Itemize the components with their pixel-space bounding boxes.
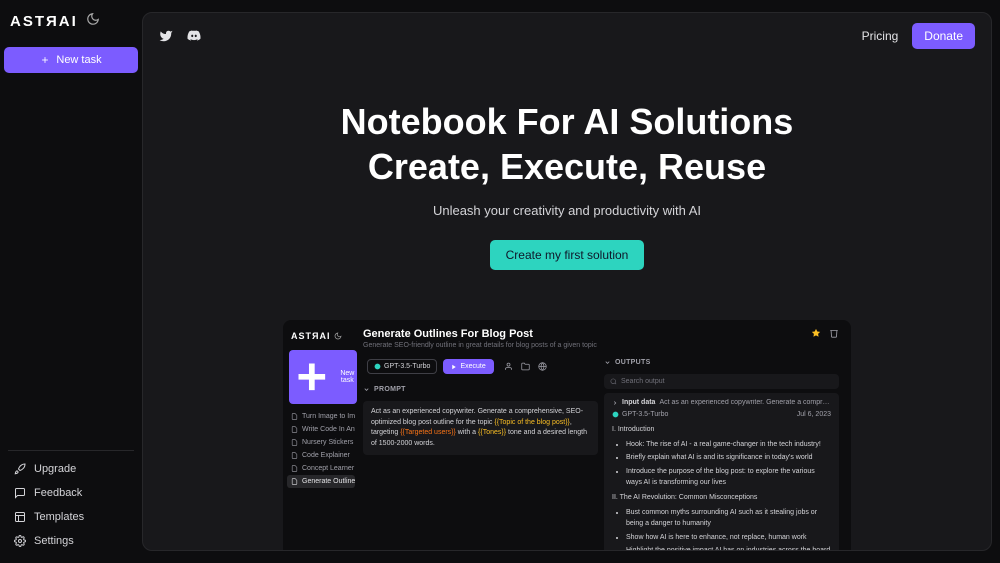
- sidebar-item-feedback[interactable]: Feedback: [0, 481, 142, 505]
- create-solution-button[interactable]: Create my first solution: [490, 240, 645, 270]
- preview-brand-logo: ASTЯAI: [291, 331, 330, 341]
- chevron-down-icon: [363, 386, 370, 393]
- prompt-content[interactable]: Act as an experienced copywriter. Genera…: [363, 401, 598, 455]
- brand-logo: ASTЯAI: [10, 13, 78, 30]
- gear-icon: [14, 535, 26, 547]
- preview-nav-item[interactable]: Code Explainer: [287, 449, 355, 462]
- preview-nav-item[interactable]: Nursery Stickers D...: [287, 436, 355, 449]
- search-icon: [610, 378, 617, 385]
- new-task-label: New task: [56, 54, 101, 66]
- model-icon: [374, 363, 381, 370]
- sidebar-item-label: Feedback: [34, 487, 82, 499]
- template-icon: [14, 511, 26, 523]
- plus-icon: [40, 55, 50, 65]
- sidebar-item-label: Settings: [34, 535, 74, 547]
- theme-toggle-icon[interactable]: [86, 12, 100, 31]
- output-model: GPT-3.5-Turbo: [612, 411, 668, 418]
- preview-title: Generate Outlines For Blog Post: [363, 328, 811, 340]
- play-icon: [451, 364, 457, 370]
- doc-icon: [291, 465, 298, 472]
- twitter-icon[interactable]: [159, 29, 173, 43]
- doc-icon: [291, 426, 298, 433]
- plus-icon: [289, 354, 335, 400]
- star-icon[interactable]: [811, 328, 821, 338]
- new-task-button[interactable]: New task: [4, 47, 138, 73]
- pricing-link[interactable]: Pricing: [862, 29, 899, 43]
- chat-icon: [14, 487, 26, 499]
- sidebar-item-label: Upgrade: [34, 463, 76, 475]
- folder-icon[interactable]: [521, 362, 530, 371]
- divider: [8, 450, 134, 451]
- output-input-text: Act as an experienced copywriter. Genera…: [659, 399, 831, 406]
- model-selector[interactable]: GPT-3.5-Turbo: [367, 359, 437, 374]
- output-input-label: Input data: [622, 399, 655, 406]
- output-body: I. Introduction Hook: The rise of AI - a…: [612, 424, 831, 550]
- sidebar-item-settings[interactable]: Settings: [0, 529, 142, 553]
- globe-icon[interactable]: [538, 362, 547, 371]
- discord-icon[interactable]: [187, 29, 201, 43]
- output-search-input[interactable]: Search output: [604, 374, 839, 389]
- hero-subtitle: Unleash your creativity and productivity…: [163, 203, 971, 218]
- preview-nav-item[interactable]: Turn Image to Ima...: [287, 410, 355, 423]
- execute-button[interactable]: Execute: [443, 359, 493, 374]
- preview-nav-item[interactable]: Generate Outlines...: [287, 475, 355, 488]
- model-icon: [612, 411, 619, 418]
- doc-icon: [291, 413, 298, 420]
- preview-new-task-button[interactable]: New task: [289, 350, 357, 404]
- trash-icon[interactable]: [829, 328, 839, 338]
- preview-nav-item[interactable]: Write Code In Any...: [287, 423, 355, 436]
- output-card: Input data Act as an experienced copywri…: [604, 393, 839, 550]
- sidebar-item-label: Templates: [34, 511, 84, 523]
- output-date: Jul 6, 2023: [797, 411, 831, 418]
- preview-nav-item[interactable]: Concept Learner: [287, 462, 355, 475]
- moon-icon: [334, 332, 342, 340]
- section-prompt-header[interactable]: PROMPT: [363, 382, 598, 397]
- rocket-icon: [14, 463, 26, 475]
- sidebar-item-upgrade[interactable]: Upgrade: [0, 457, 142, 481]
- doc-icon: [291, 478, 298, 485]
- user-icon[interactable]: [504, 362, 513, 371]
- section-outputs-header[interactable]: OUTPUTS: [604, 355, 839, 370]
- chevron-down-icon: [604, 359, 611, 366]
- preview-description: Generate SEO-friendly outline in great d…: [363, 342, 811, 349]
- doc-icon: [291, 452, 298, 459]
- doc-icon: [291, 439, 298, 446]
- sidebar-item-templates[interactable]: Templates: [0, 505, 142, 529]
- hero-title: Notebook For AI SolutionsCreate, Execute…: [163, 99, 971, 189]
- chevron-right-icon[interactable]: [612, 400, 618, 406]
- product-preview: ASTЯAI New task Turn Image to Ima... Wri…: [283, 320, 851, 550]
- donate-button[interactable]: Donate: [912, 23, 975, 49]
